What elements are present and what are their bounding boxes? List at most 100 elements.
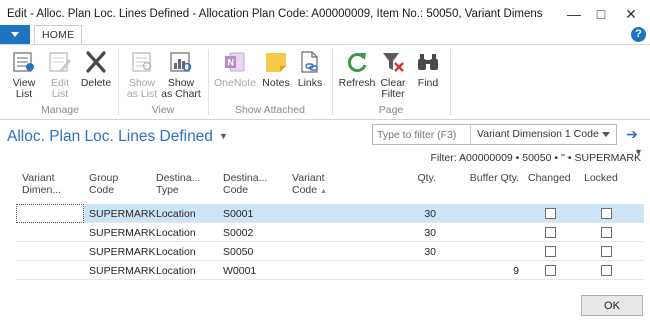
ok-button[interactable]: OK [581, 295, 643, 316]
locked-checkbox[interactable] [601, 265, 612, 276]
group-code-cell[interactable]: SUPERMARK [89, 227, 156, 239]
help-icon[interactable]: ? [631, 27, 646, 42]
arrow-right-icon: ➔ [626, 126, 638, 142]
variant-dimension-cell[interactable] [16, 261, 84, 280]
view-list-button[interactable]: View List [8, 50, 40, 100]
column-header-locked[interactable]: Locked [584, 172, 628, 184]
destination-code-cell[interactable]: S0002 [223, 227, 253, 239]
ribbon-tab-bar: HOME ? [0, 25, 650, 45]
refresh-icon [347, 53, 367, 72]
onenote-icon: N [225, 52, 245, 72]
locked-checkbox[interactable] [601, 227, 612, 238]
destination-type-cell[interactable]: Location [156, 246, 196, 258]
clear-filter-icon [383, 53, 404, 72]
locked-checkbox[interactable] [601, 208, 612, 219]
buffer-qty-cell[interactable]: 9 [456, 265, 519, 277]
column-header-buffer-qty[interactable]: Buffer Qty. [456, 172, 519, 184]
table-row[interactable]: SUPERMARK Location S0002 30 [16, 223, 644, 242]
filter-field-value: Variant Dimension 1 Code [477, 128, 599, 140]
chevron-down-icon: ▼ [218, 131, 228, 141]
refresh-label: Refresh [338, 77, 376, 89]
show-as-list-icon [132, 52, 152, 72]
changed-checkbox[interactable] [545, 227, 556, 238]
delete-button[interactable]: Delete [80, 50, 112, 89]
notes-button[interactable]: Notes [260, 50, 292, 89]
column-header-group-code[interactable]: Group Code [89, 172, 144, 196]
refresh-button[interactable]: Refresh [338, 50, 376, 89]
delete-icon [86, 51, 106, 73]
show-as-chart-label: Show as Chart [161, 77, 201, 100]
notes-label: Notes [262, 77, 290, 89]
find-label: Find [417, 77, 439, 89]
qty-cell[interactable]: 30 [396, 227, 436, 239]
group-label-manage: Manage [41, 104, 79, 116]
delete-label: Delete [80, 77, 112, 89]
ribbon-separator [450, 49, 451, 115]
chevron-down-icon [602, 132, 610, 137]
notes-icon [266, 53, 286, 72]
clear-filter-button[interactable]: Clear Filter [378, 50, 408, 100]
apply-filter-button[interactable]: ➔ [622, 124, 642, 145]
show-as-list-label: Show as List [126, 77, 158, 100]
changed-checkbox[interactable] [545, 208, 556, 219]
group-code-cell[interactable]: SUPERMARK [89, 265, 156, 277]
title-bar: Edit - Alloc. Plan Loc. Lines Defined - … [0, 0, 650, 28]
group-label-view: View [151, 104, 175, 116]
show-as-chart-button[interactable]: Show as Chart [161, 50, 201, 100]
edit-list-icon [49, 52, 71, 72]
restore-button[interactable]: □ [588, 4, 614, 24]
destination-code-cell[interactable]: W0001 [223, 265, 256, 277]
table-row[interactable]: SUPERMARK Location S0050 30 [16, 242, 644, 261]
destination-type-cell[interactable]: Location [156, 208, 196, 220]
page-title[interactable]: Alloc. Plan Loc. Lines Defined ▼ [7, 128, 228, 146]
onenote-label: OneNote [214, 77, 257, 89]
destination-type-cell[interactable]: Location [156, 265, 196, 277]
variant-dimension-cell[interactable] [16, 242, 84, 261]
qty-cell[interactable]: 30 [396, 246, 436, 258]
destination-code-cell[interactable]: S0050 [223, 246, 253, 258]
table-row[interactable]: SUPERMARK Location W0001 9 [16, 261, 644, 280]
destination-type-cell[interactable]: Location [156, 227, 196, 239]
edit-list-button[interactable]: Edit List [44, 50, 76, 100]
filter-box: Variant Dimension 1 Code [372, 124, 617, 145]
ribbon-separator [118, 49, 119, 115]
locked-checkbox[interactable] [601, 246, 612, 257]
links-button[interactable]: Links [294, 50, 326, 89]
column-header-destination-type[interactable]: Destina... Type [156, 172, 211, 196]
column-header-changed[interactable]: Changed [528, 172, 576, 184]
group-code-cell[interactable]: SUPERMARK [89, 246, 156, 258]
column-header-variant-code[interactable]: Variant Code ▲ [292, 172, 350, 198]
destination-code-cell[interactable]: S0001 [223, 208, 253, 220]
minimize-button[interactable]: — [561, 4, 587, 24]
column-header-qty[interactable]: Qty. [396, 172, 436, 184]
binoculars-icon [418, 54, 438, 70]
filter-summary: Filter: A00000009 • 50050 • '' • SUPERMA… [430, 152, 641, 164]
table-row[interactable]: SUPERMARK Location S0001 30 [16, 204, 644, 223]
variant-dimension-cell[interactable] [16, 204, 84, 223]
svg-text:N: N [228, 58, 235, 68]
filter-input[interactable] [377, 127, 467, 142]
links-icon [301, 51, 318, 73]
sort-ascending-icon: ▲ [320, 188, 328, 195]
show-as-list-button[interactable]: Show as List [124, 50, 160, 100]
find-button[interactable]: Find [414, 50, 442, 89]
qty-cell[interactable]: 30 [396, 208, 436, 220]
onenote-button[interactable]: N OneNote [214, 50, 256, 89]
changed-checkbox[interactable] [545, 265, 556, 276]
window-title: Edit - Alloc. Plan Loc. Lines Defined - … [7, 8, 542, 20]
variant-dimension-cell[interactable] [16, 223, 84, 242]
close-button[interactable]: ✕ [618, 4, 644, 24]
page-title-text: Alloc. Plan Loc. Lines Defined [7, 128, 213, 145]
ribbon-separator [332, 49, 333, 115]
column-header-variant-dimension[interactable]: Variant Dimen... [22, 172, 72, 196]
column-header-destination-code[interactable]: Destina... Code [223, 172, 278, 196]
group-code-cell[interactable]: SUPERMARK [89, 208, 156, 220]
app-menu-button[interactable] [0, 25, 30, 44]
filter-field-select[interactable]: Variant Dimension 1 Code [470, 125, 616, 144]
show-as-chart-icon [170, 52, 192, 72]
tab-home[interactable]: HOME [34, 25, 83, 45]
view-list-icon [13, 52, 34, 72]
ribbon: View List Edit List Delete Manage Show a… [0, 44, 650, 120]
view-list-label: View List [12, 77, 36, 100]
changed-checkbox[interactable] [545, 246, 556, 257]
